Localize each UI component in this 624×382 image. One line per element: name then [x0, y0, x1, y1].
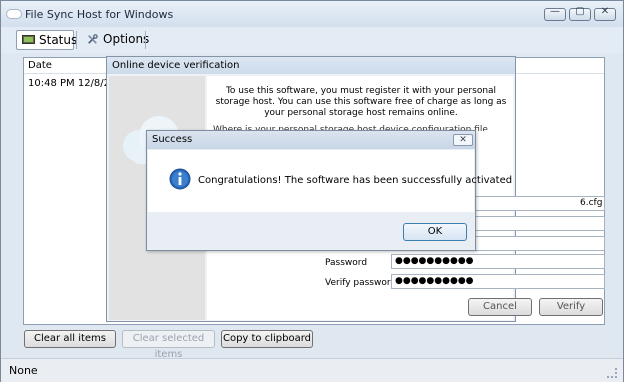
- copy-to-clipboard-button[interactable]: Copy to clipboard: [221, 330, 313, 348]
- config-path-value: 6.cfg: [580, 198, 603, 208]
- ok-button[interactable]: OK: [403, 223, 467, 241]
- verify-password-value: ●●●●●●●●●●: [395, 276, 474, 286]
- verification-dialog-title: Online device verification: [112, 60, 240, 71]
- password-value: ●●●●●●●●●●: [395, 256, 474, 266]
- maximize-icon: ▢: [575, 6, 585, 17]
- tab-bar: Status Options: [1, 27, 623, 53]
- success-message: Congratulations! The software has been s…: [198, 175, 513, 186]
- verification-dialog-title-bar: Online device verification: [107, 57, 515, 74]
- tab-status-label: Status: [39, 33, 78, 47]
- verify-button[interactable]: Verify: [539, 298, 603, 316]
- success-dialog-body: Congratulations! The software has been s…: [148, 150, 512, 212]
- password-label: Password: [325, 258, 368, 268]
- tab-divider: [145, 31, 146, 49]
- password-field[interactable]: ●●●●●●●●●●: [391, 254, 605, 269]
- verify-password-field[interactable]: ●●●●●●●●●●: [391, 274, 605, 289]
- title-bar: File Sync Host for Windows — ▢ ✕: [1, 1, 623, 27]
- cloud-app-icon: [6, 9, 22, 19]
- success-dialog-title: Success: [152, 134, 193, 145]
- tab-status[interactable]: Status: [16, 30, 78, 50]
- tab-options[interactable]: Options: [81, 30, 149, 50]
- tab-divider: [76, 31, 77, 49]
- close-icon[interactable]: ✕: [453, 134, 473, 146]
- maximize-button[interactable]: ▢: [569, 6, 591, 21]
- info-icon: [169, 168, 191, 190]
- cancel-button[interactable]: Cancel: [468, 298, 532, 316]
- success-dialog: Success ✕ Congratulations! The software …: [146, 130, 512, 251]
- verify-password-label: Verify password: [325, 278, 397, 288]
- minimize-icon: —: [550, 6, 560, 17]
- tab-options-label: Options: [103, 32, 150, 46]
- success-dialog-title-bar: Success ✕: [147, 131, 475, 149]
- clear-all-button[interactable]: Clear all items: [24, 330, 116, 348]
- status-bar: None: [1, 358, 623, 382]
- column-header-date[interactable]: Date: [28, 60, 52, 71]
- tools-icon: [88, 34, 98, 44]
- clear-selected-button[interactable]: Clear selected items: [122, 330, 215, 360]
- close-button[interactable]: ✕: [594, 6, 616, 21]
- resize-grip-icon[interactable]: [607, 368, 617, 378]
- status-text: None: [9, 364, 38, 377]
- minimize-button[interactable]: —: [544, 6, 566, 21]
- intro-text: To use this software, you must register …: [215, 86, 507, 118]
- monitor-icon: [22, 35, 35, 44]
- window-title: File Sync Host for Windows: [25, 8, 174, 21]
- close-icon: ✕: [600, 6, 610, 17]
